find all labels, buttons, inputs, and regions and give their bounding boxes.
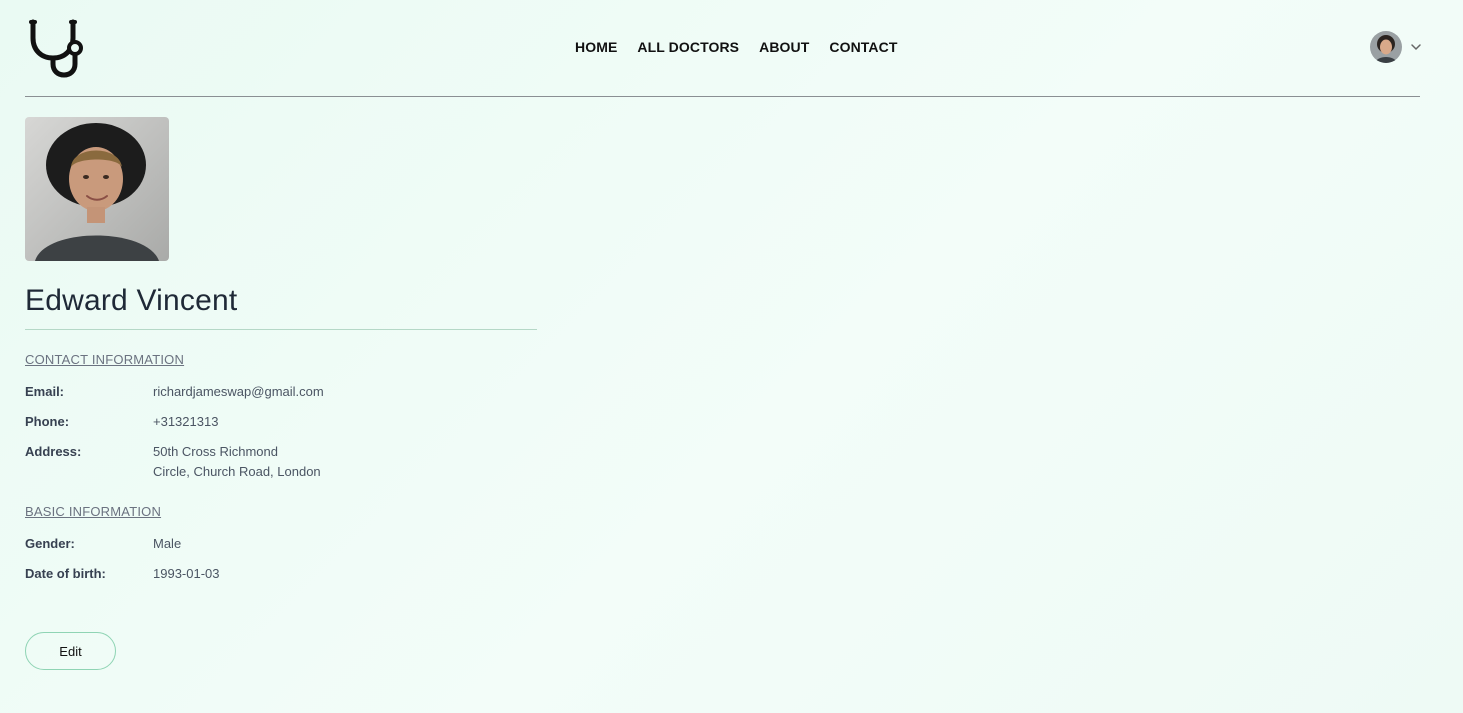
address-label: Address:	[25, 444, 82, 459]
dob-value: 1993-01-03	[153, 566, 220, 581]
profile-name: Edward Vincent	[25, 284, 238, 317]
profile-photo	[25, 117, 169, 261]
name-divider	[25, 329, 537, 330]
basic-section-title: BASIC INFORMATION	[25, 504, 162, 519]
nav-home[interactable]: HOME	[575, 39, 617, 55]
stethoscope-icon[interactable]	[27, 18, 87, 80]
navbar: HOME ALL DOCTORS ABOUT CONTACT	[25, 0, 1422, 97]
gender-value: Male	[153, 536, 182, 551]
edit-button[interactable]: Edit	[25, 632, 116, 670]
dob-label: Date of birth:	[25, 566, 106, 581]
phone-label: Phone:	[25, 414, 70, 429]
main-nav: HOME ALL DOCTORS ABOUT CONTACT	[575, 39, 898, 55]
address-line-1: 50th Cross Richmond	[153, 444, 278, 459]
email-value: richardjameswap@gmail.com	[153, 384, 324, 399]
phone-value: +31321313	[153, 414, 219, 429]
gender-label: Gender:	[25, 536, 75, 551]
nav-contact[interactable]: CONTACT	[829, 39, 897, 55]
chevron-down-icon[interactable]	[1410, 41, 1422, 53]
email-label: Email:	[25, 384, 65, 399]
user-menu[interactable]	[1370, 31, 1422, 63]
nav-all-doctors[interactable]: ALL DOCTORS	[637, 39, 739, 55]
avatar[interactable]	[1370, 31, 1402, 63]
nav-about[interactable]: ABOUT	[759, 39, 809, 55]
contact-section-title: CONTACT INFORMATION	[25, 352, 185, 367]
address-line-2: Circle, Church Road, London	[153, 464, 321, 479]
